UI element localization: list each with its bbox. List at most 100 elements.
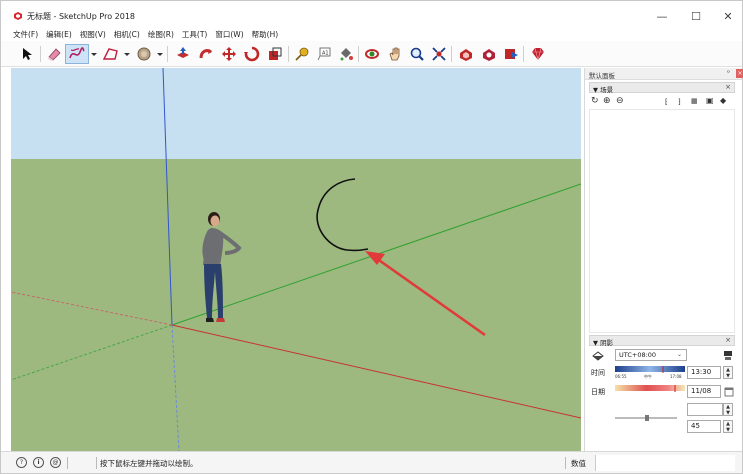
shadows-panel-close-button[interactable]: × (723, 336, 733, 345)
shadows-panel-header[interactable]: ▼ 阴影 × (589, 335, 735, 347)
3d-warehouse-button[interactable] (456, 44, 476, 64)
sketchup-window: 无标题 - SketchUp Pro 2018 — ☐ ✕ 文件(F) 编辑(E… (0, 0, 743, 474)
polygon-icon (102, 48, 118, 60)
zoom-extents-tool-button[interactable] (429, 44, 449, 64)
close-button[interactable]: ✕ (713, 5, 743, 27)
light-row: ▲ ▼ 45 ▲ ▼ (589, 403, 737, 433)
scenes-toolbar: ↻ ⊕ ⊖ ⁅ ⁆ ▦ ▣ ◆ (589, 95, 735, 109)
tray-header: 默认面板 ᵒ × (585, 68, 743, 80)
scenes-list[interactable] (589, 109, 735, 333)
expand-icon[interactable]: ◆ (720, 96, 726, 105)
extension-warehouse-icon (483, 49, 495, 61)
text-tool-button[interactable]: A1 (314, 44, 334, 64)
select-tool-button[interactable] (17, 44, 37, 64)
light-top-stepper[interactable]: ▲ ▼ (723, 403, 733, 416)
rotate-icon (244, 46, 260, 62)
shape-tool-button[interactable] (134, 44, 154, 64)
main-toolbar: A1 (1, 41, 742, 67)
rotate-tool-button[interactable] (242, 44, 262, 64)
chevron-down-icon: ⌄ (676, 351, 682, 358)
orbit-tool-button[interactable] (362, 44, 382, 64)
time-tick-noon: 中午 (644, 373, 652, 379)
push-pull-icon (177, 47, 189, 58)
time-input[interactable]: 13:30 (687, 366, 721, 379)
light-stepper[interactable]: ▲ ▼ (723, 420, 733, 433)
measurements-input[interactable] (595, 455, 735, 471)
date-input[interactable]: 11/08 (687, 385, 721, 398)
magnifier-icon (410, 47, 424, 61)
light-slider[interactable] (615, 415, 685, 421)
tray-close-button[interactable]: × (736, 69, 743, 78)
remove-icon[interactable]: ⊖ (616, 96, 624, 106)
tape-measure-tool-button[interactable] (292, 44, 312, 64)
eraser-tool-button[interactable] (44, 44, 64, 64)
time-tick-end: 17:08 (670, 374, 682, 379)
time-tick-start: 06:55 (615, 374, 627, 379)
cursor-arrow-icon (23, 48, 32, 60)
freehand-tool-button[interactable] (65, 44, 89, 64)
line-dropdown-caret[interactable] (124, 53, 130, 56)
user-account-icon[interactable]: @ (50, 457, 61, 468)
add-icon[interactable]: ⊕ (603, 96, 611, 106)
credits-icon[interactable]: i (33, 457, 44, 468)
push-pull-tool-button[interactable] (173, 44, 193, 64)
send-to-layout-button[interactable] (501, 44, 521, 64)
follow-me-icon (199, 49, 212, 59)
details-icon[interactable]: ▣ (706, 96, 714, 105)
shadows-panel-title: ▼ 阴影 (593, 339, 614, 347)
text-label-icon: A1 (317, 47, 331, 61)
ruby-gem-icon (532, 47, 544, 61)
pan-tool-button[interactable] (385, 44, 405, 64)
status-hint: 按下鼠标左键并拖动以绘制。 (100, 459, 198, 468)
date-row: 日期 11/08 (589, 384, 737, 399)
zoom-tool-button[interactable] (407, 44, 427, 64)
refresh-icon[interactable]: ↻ (591, 96, 599, 106)
hand-pan-icon (389, 47, 400, 61)
move-down-icon[interactable]: ⁆ (678, 98, 681, 106)
circle-tool-icon (137, 47, 151, 61)
minimize-button[interactable]: — (647, 5, 677, 27)
default-tray: 默认面板 ᵒ × ▼ 场景 × ↻ ⊕ ⊖ ⁅ ⁆ ▦ ▣ ◆ ▼ 阴影 × U… (584, 68, 743, 451)
light-top-input[interactable] (687, 403, 723, 416)
title-bar: 无标题 - SketchUp Pro 2018 — ☐ ✕ (1, 1, 742, 29)
window-title: 无标题 - SketchUp Pro 2018 (27, 12, 135, 21)
shadow-toggle-icon[interactable] (592, 350, 604, 361)
geo-location-icon[interactable]: ? (16, 457, 27, 468)
ruby-console-button[interactable] (528, 44, 548, 64)
drawing-viewport[interactable] (11, 68, 581, 451)
sky (11, 68, 581, 159)
scale-icon (269, 47, 282, 60)
time-stepper[interactable]: ▲ ▼ (723, 366, 733, 379)
freehand-dropdown-caret[interactable] (91, 53, 97, 56)
timezone-row: UTC+08:00 ⌄ (589, 348, 737, 363)
date-label: 日期 (591, 388, 605, 396)
time-slider[interactable]: 06:55 中午 17:08 (615, 366, 685, 379)
scenes-panel-header[interactable]: ▼ 场景 × (589, 82, 735, 94)
time-label: 时间 (591, 369, 605, 377)
calendar-icon[interactable] (724, 386, 734, 397)
line-tool-button[interactable] (101, 44, 121, 64)
date-slider[interactable] (615, 385, 685, 398)
scenes-panel-close-button[interactable]: × (723, 83, 733, 92)
maximize-button[interactable]: ☐ (681, 5, 711, 27)
model-scene (11, 68, 581, 451)
status-bar: ? i @ 按下鼠标左键并拖动以绘制。 数值 (1, 451, 742, 473)
follow-me-tool-button[interactable] (196, 44, 216, 64)
scenes-panel-title: ▼ 场景 (593, 86, 614, 94)
scale-tool-button[interactable] (265, 44, 285, 64)
move-tool-button[interactable] (219, 44, 239, 64)
timezone-select[interactable]: UTC+08:00 ⌄ (615, 349, 687, 361)
tray-pin-button[interactable]: ᵒ (727, 69, 730, 77)
svg-text:A1: A1 (322, 51, 329, 57)
freehand-curve-icon (69, 47, 85, 59)
view-options-icon[interactable]: ▦ (691, 97, 698, 105)
move-up-icon[interactable]: ⁅ (665, 98, 668, 106)
orbit-icon (365, 49, 379, 59)
shadow-settings-icon[interactable] (723, 350, 733, 361)
shape-dropdown-caret[interactable] (157, 53, 163, 56)
ground (11, 159, 581, 451)
move-arrows-icon (222, 47, 236, 61)
paint-bucket-tool-button[interactable] (336, 44, 356, 64)
extension-warehouse-button[interactable] (479, 44, 499, 64)
light-input[interactable]: 45 (687, 420, 721, 433)
